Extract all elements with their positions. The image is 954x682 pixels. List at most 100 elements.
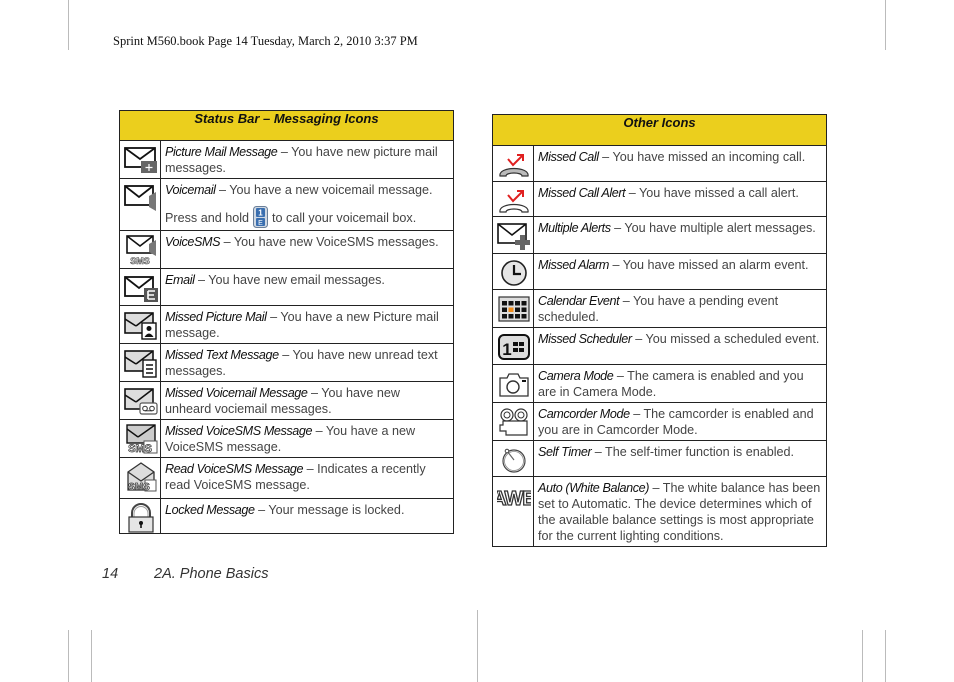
table-row: Self Timer – The self-timer function is … bbox=[492, 440, 827, 477]
voicesms-icon: SMS bbox=[124, 235, 158, 265]
description: – You have new VoiceSMS messages. bbox=[220, 235, 439, 249]
table-row: SMS VoiceSMS – You have new VoiceSMS mes… bbox=[119, 230, 454, 269]
description: – You have missed a call alert. bbox=[625, 186, 799, 200]
svg-text:E: E bbox=[258, 220, 263, 227]
term: Read VoiceSMS Message bbox=[165, 462, 304, 476]
table-row: Email – You have new email messages. bbox=[119, 268, 454, 306]
missed-scheduler-icon: 1 bbox=[497, 332, 531, 362]
svg-text:1: 1 bbox=[502, 340, 511, 359]
calendar-cell bbox=[521, 307, 527, 312]
description: – You have multiple alert messages. bbox=[610, 221, 816, 235]
table-row: AWB Auto (White Balance) – The white bal… bbox=[492, 476, 827, 547]
camera-mode-icon bbox=[497, 369, 531, 399]
term: Missed Call bbox=[538, 150, 599, 164]
table-row: Picture Mail Message – You have new pict… bbox=[119, 140, 454, 179]
missed-alarm-icon bbox=[497, 258, 531, 288]
description: – Your message is locked. bbox=[254, 503, 405, 517]
description: – The self-timer function is enabled. bbox=[591, 445, 795, 459]
term: Picture Mail Message bbox=[165, 145, 278, 159]
section-title: 2A. Phone Basics bbox=[154, 566, 269, 582]
other-icons-table: Other Icons Missed Call – You have misse… bbox=[492, 114, 827, 547]
awb-text: AWB bbox=[497, 488, 531, 510]
svg-text:SMS: SMS bbox=[128, 482, 150, 492]
term: Self Timer bbox=[538, 445, 592, 459]
crop-line bbox=[885, 630, 886, 682]
term: Locked Message bbox=[165, 503, 255, 517]
table-row: SMS Read VoiceSMS Message – Indicates a … bbox=[119, 457, 454, 499]
email-icon bbox=[124, 273, 158, 303]
auto-white-balance-icon: AWB bbox=[497, 481, 531, 511]
calendar-cell bbox=[515, 307, 520, 312]
svg-text:1: 1 bbox=[258, 209, 263, 218]
term: Missed Voicemail Message bbox=[165, 386, 308, 400]
table-row: Multiple Alerts – You have multiple aler… bbox=[492, 216, 827, 254]
term: Missed Text Message bbox=[165, 348, 279, 362]
calendar-cell bbox=[508, 307, 514, 312]
term: Missed Call Alert bbox=[538, 186, 626, 200]
description: – You missed a scheduled event. bbox=[631, 332, 820, 346]
missed-picture-mail-icon bbox=[124, 310, 158, 340]
crop-line bbox=[91, 630, 92, 682]
term: Multiple Alerts bbox=[538, 221, 611, 235]
voicemail-icon bbox=[124, 183, 158, 213]
camcorder-mode-icon bbox=[497, 407, 531, 437]
calendar-cell bbox=[521, 301, 527, 306]
picture-mail-icon bbox=[124, 145, 158, 175]
missed-call-alert-icon bbox=[497, 186, 531, 216]
table-row: Calendar Event – You have a pending even… bbox=[492, 289, 827, 328]
table-row: 1 Missed Scheduler – You missed a schedu… bbox=[492, 327, 827, 365]
crop-line bbox=[68, 0, 69, 50]
term: Camcorder Mode bbox=[538, 407, 630, 421]
term: Camera Mode bbox=[538, 369, 614, 383]
svg-text:SMS: SMS bbox=[128, 443, 152, 454]
missed-voicemail-icon bbox=[124, 386, 158, 416]
calendar-cell bbox=[515, 301, 520, 306]
table-row: Missed Alarm – You have missed an alarm … bbox=[492, 253, 827, 290]
table-row: Camera Mode – The camera is enabled and … bbox=[492, 364, 827, 403]
table-row: Missed Text Message – You have new unrea… bbox=[119, 343, 454, 382]
table-row: Missed Call Alert – You have missed a ca… bbox=[492, 181, 827, 217]
1-key-icon: 1E bbox=[253, 206, 269, 228]
print-slug: Sprint M560.book Page 14 Tuesday, March … bbox=[113, 34, 418, 48]
calendar-event-icon bbox=[497, 294, 531, 324]
calendar-cell bbox=[508, 314, 514, 319]
instruction-text: to call your voicemail box. bbox=[272, 211, 417, 225]
self-timer-icon bbox=[497, 445, 531, 475]
calendar-cell bbox=[521, 314, 527, 319]
page-number: 14 bbox=[102, 566, 119, 582]
locked-message-icon bbox=[124, 503, 158, 533]
description: – You have new email messages. bbox=[194, 273, 385, 287]
svg-text:SMS: SMS bbox=[130, 256, 150, 265]
term: Missed Picture Mail bbox=[165, 310, 267, 324]
table-header: Status Bar – Messaging Icons bbox=[119, 110, 454, 141]
table-header: Other Icons bbox=[492, 114, 827, 146]
description: – You have a new voicemail message. bbox=[215, 183, 433, 197]
term: Email bbox=[165, 273, 195, 287]
table-row: Missed Picture Mail – You have a new Pic… bbox=[119, 305, 454, 344]
table-row: Locked Message – Your message is locked. bbox=[119, 498, 454, 534]
term: Auto (White Balance) bbox=[538, 481, 649, 495]
multiple-alerts-icon bbox=[497, 221, 531, 251]
instruction-text: Press and hold bbox=[165, 211, 250, 225]
calendar-cell bbox=[502, 301, 507, 306]
crop-line bbox=[885, 0, 886, 50]
missed-call-icon bbox=[497, 150, 531, 180]
term: Voicemail bbox=[165, 183, 216, 197]
description: – You have missed an alarm event. bbox=[609, 258, 809, 272]
description: – You have missed an incoming call. bbox=[598, 150, 806, 164]
table-row: Voicemail – You have a new voicemail mes… bbox=[119, 178, 454, 231]
missed-text-message-icon bbox=[124, 348, 158, 378]
term: VoiceSMS bbox=[165, 235, 221, 249]
read-voicesms-icon: SMS bbox=[124, 462, 158, 492]
table-row: Missed Call – You have missed an incomin… bbox=[492, 145, 827, 182]
calendar-cell bbox=[508, 301, 514, 306]
calendar-cell bbox=[502, 307, 507, 312]
term: Missed Scheduler bbox=[538, 332, 632, 346]
calendar-cell bbox=[515, 314, 520, 319]
crop-line bbox=[862, 630, 863, 682]
crop-line bbox=[68, 630, 69, 682]
missed-voicesms-icon: SMS bbox=[124, 424, 158, 454]
messaging-icons-table: Status Bar – Messaging Icons Picture Mai… bbox=[119, 110, 454, 534]
term: Calendar Event bbox=[538, 294, 620, 308]
table-row: Camcorder Mode – The camcorder is enable… bbox=[492, 402, 827, 441]
